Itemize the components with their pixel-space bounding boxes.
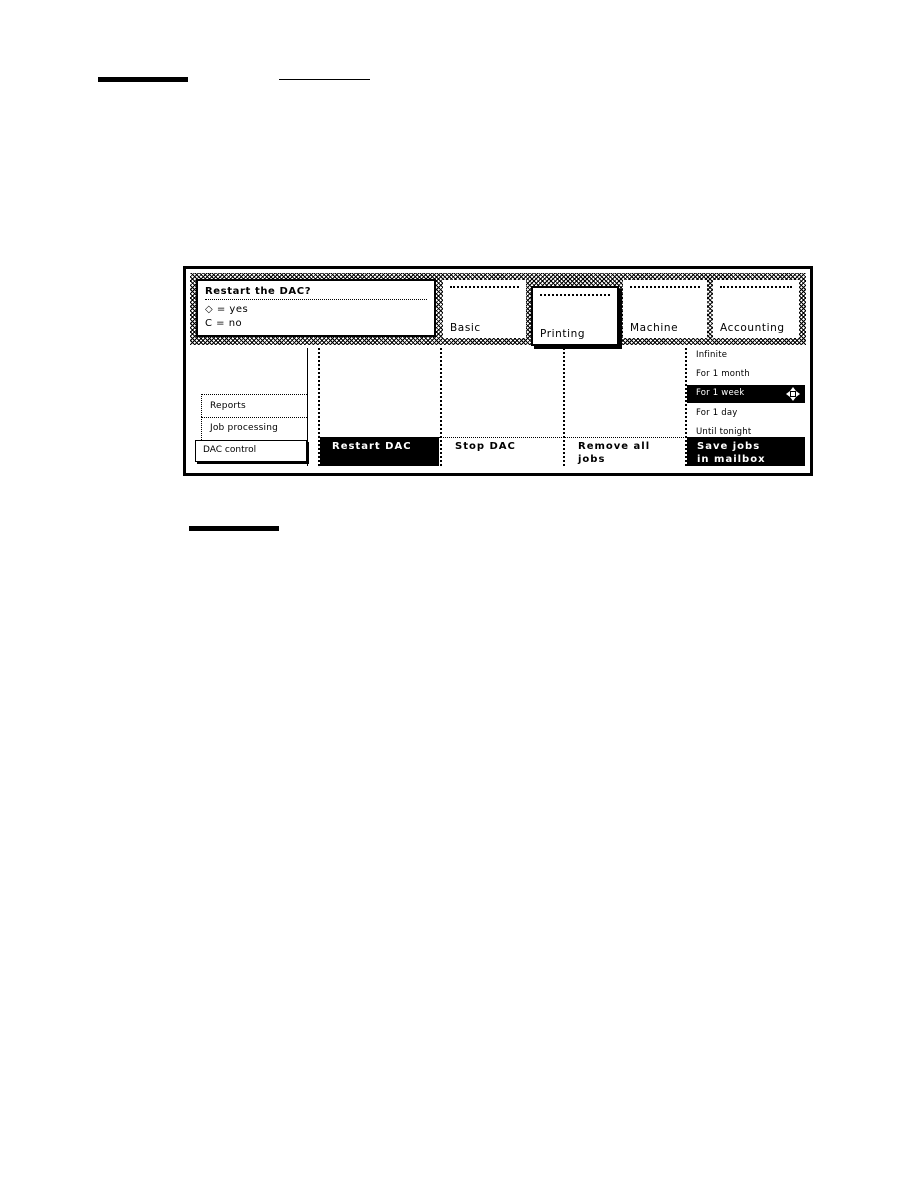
option-for-1-day[interactable]: For 1 day	[696, 408, 738, 418]
tab-dots	[450, 286, 519, 288]
side-menu-divider	[307, 348, 308, 466]
option-until-tonight[interactable]: Until tonight	[696, 427, 751, 437]
menu-item-job-processing[interactable]: Job processing	[201, 417, 307, 440]
tab-dots	[540, 294, 610, 296]
selected-option-label: For 1 week	[696, 388, 745, 398]
save-jobs-label-line1: Save jobs	[697, 441, 761, 452]
section-rule-thick	[189, 526, 279, 531]
menu-item-reports[interactable]: Reports	[201, 394, 307, 417]
heading-rule-thin	[279, 79, 370, 80]
option-for-1-month[interactable]: For 1 month	[696, 369, 750, 379]
save-jobs-in-mailbox-button[interactable]: Save jobs in mailbox	[687, 437, 805, 466]
save-jobs-label-line2: in mailbox	[697, 454, 766, 465]
prompt-yes-line: ◇ = yes	[205, 304, 249, 315]
tab-basic[interactable]: Basic	[443, 280, 526, 338]
column-divider	[440, 348, 442, 466]
restart-dac-button[interactable]: Restart DAC	[320, 437, 439, 466]
remove-all-jobs-button[interactable]: Remove all jobs	[566, 437, 685, 466]
stop-dac-button[interactable]: Stop DAC	[443, 437, 562, 466]
restart-dac-label: Restart DAC	[332, 441, 412, 452]
menu-item-label: Job processing	[210, 423, 279, 433]
stop-dac-label: Stop DAC	[455, 441, 516, 452]
menu-item-dac-control[interactable]: DAC control	[195, 440, 307, 462]
remove-jobs-label-line2: jobs	[578, 454, 606, 465]
tab-accounting-label: Accounting	[720, 322, 785, 334]
menu-item-label: Reports	[210, 401, 246, 411]
tab-printing-label: Printing	[540, 328, 586, 340]
option-infinite[interactable]: Infinite	[696, 350, 727, 360]
tab-printing[interactable]: Printing	[531, 286, 619, 346]
tab-machine-label: Machine	[630, 322, 679, 334]
prompt-no-line: C = no	[205, 318, 243, 329]
prompt-divider	[205, 299, 427, 300]
four-way-arrow-icon	[786, 387, 800, 401]
prompt-title: Restart the DAC?	[205, 286, 312, 297]
remove-jobs-label-line1: Remove all	[578, 441, 651, 452]
column-divider	[563, 348, 565, 466]
option-for-1-week-selected[interactable]: For 1 week	[687, 385, 805, 403]
tab-machine[interactable]: Machine	[623, 280, 707, 338]
menu-item-label: DAC control	[203, 445, 257, 455]
tab-basic-label: Basic	[450, 322, 481, 334]
restart-dac-prompt: Restart the DAC? ◇ = yes C = no	[196, 279, 436, 337]
tab-dots	[630, 286, 700, 288]
tab-accounting[interactable]: Accounting	[713, 280, 799, 338]
tab-dots	[720, 286, 792, 288]
heading-rule-thick	[98, 77, 188, 82]
